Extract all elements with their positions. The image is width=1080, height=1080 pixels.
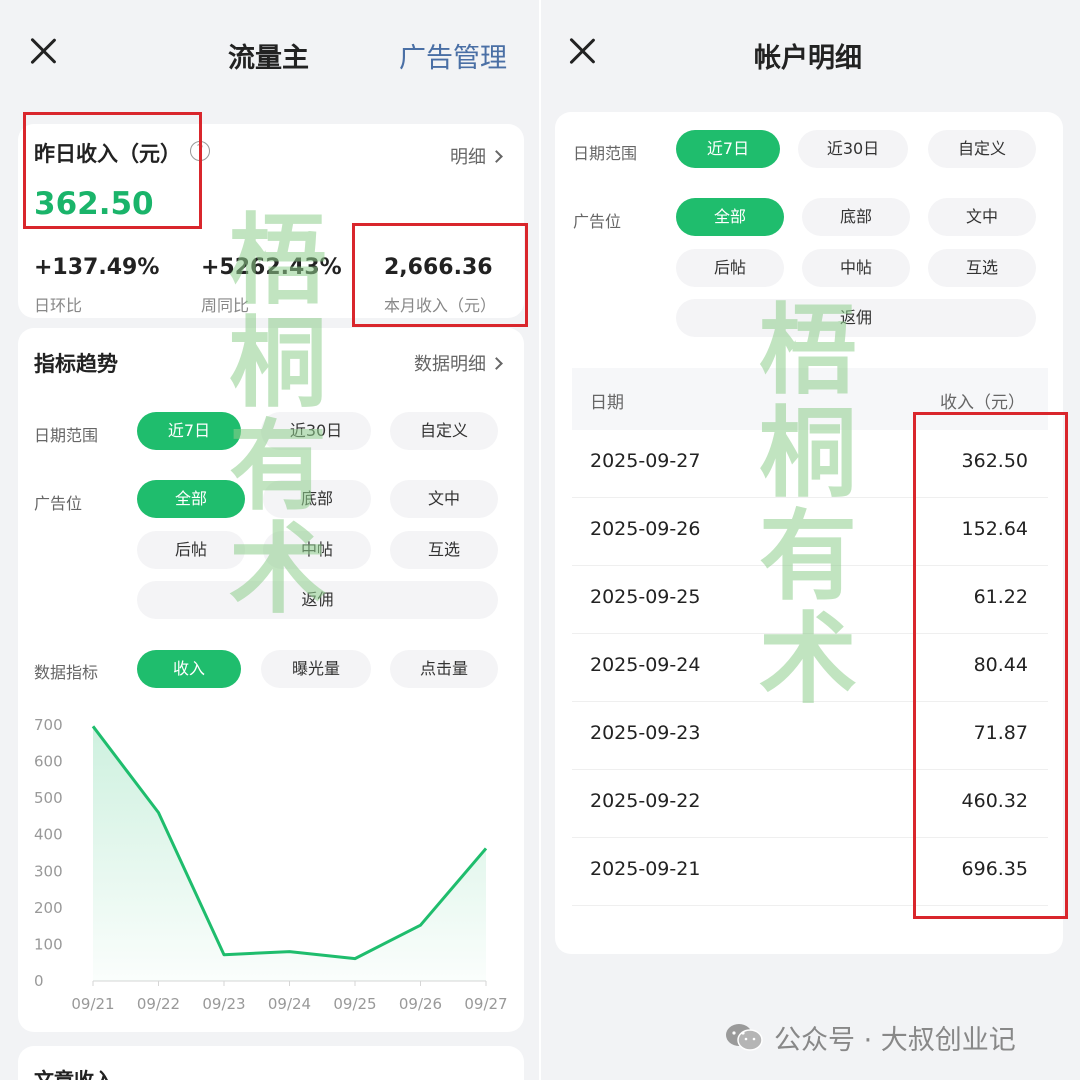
right-chip-slot-middle-post[interactable]: 中帖 <box>802 249 910 287</box>
chip-metric-clicks[interactable]: 点击量 <box>390 650 498 688</box>
y-tick-label: 600 <box>34 753 63 771</box>
chip-slot-in-article[interactable]: 文中 <box>390 480 498 518</box>
close-icon[interactable] <box>567 36 597 66</box>
x-tick-label: 09/25 <box>333 995 376 1013</box>
day-over-day-value: +137.49% <box>34 255 160 280</box>
right-chip-slot-bottom[interactable]: 底部 <box>802 198 910 236</box>
x-tick-label: 09/22 <box>137 995 180 1013</box>
account-detail-title: 帐户明细 <box>754 43 862 74</box>
chip-metric-income[interactable]: 收入 <box>137 650 241 688</box>
y-tick-label: 400 <box>34 826 63 844</box>
data-detail-label: 数据明细 <box>414 354 486 375</box>
row-income: 696.35 <box>961 858 1028 880</box>
table-row: 2025-09-23 71.87 <box>572 702 1048 770</box>
x-tick-label: 09/24 <box>268 995 311 1013</box>
row-income: 152.64 <box>961 518 1028 540</box>
row-date: 2025-09-22 <box>590 790 701 812</box>
column-header-income: 收入（元） <box>940 393 1025 413</box>
table-row: 2025-09-25 61.22 <box>572 566 1048 634</box>
row-income: 61.22 <box>973 586 1028 608</box>
metric-label: 数据指标 <box>34 663 99 682</box>
y-tick-label: 200 <box>34 899 63 917</box>
chip-slot-mutual[interactable]: 互选 <box>390 531 498 569</box>
table-row: 2025-09-21 696.35 <box>572 838 1048 906</box>
day-over-day-label: 日环比 <box>34 296 83 315</box>
row-income: 71.87 <box>973 722 1028 744</box>
right-chip-slot-after-post[interactable]: 后帖 <box>676 249 784 287</box>
data-detail-link[interactable]: 数据明细 <box>414 350 503 376</box>
right-ad-slot-label: 广告位 <box>573 212 622 231</box>
ad-management-link[interactable]: 广告管理 <box>399 36 507 75</box>
right-chip-slot-mutual[interactable]: 互选 <box>928 249 1036 287</box>
date-range-label: 日期范围 <box>34 426 99 445</box>
right-chip-slot-commission[interactable]: 返佣 <box>676 299 1036 337</box>
column-header-date: 日期 <box>590 393 624 413</box>
right-chip-slot-all[interactable]: 全部 <box>676 198 784 236</box>
row-income: 460.32 <box>961 790 1028 812</box>
row-income: 80.44 <box>973 654 1028 676</box>
traffic-owner-panel: 流量主 广告管理 昨日收入（元） ? 明细 362.50 +137.49% 日环… <box>0 0 539 1080</box>
right-chip-last-30-days[interactable]: 近30日 <box>798 130 908 168</box>
week-over-week-label: 周同比 <box>201 296 250 315</box>
series-area-fill <box>93 726 486 981</box>
yesterday-income-label: 昨日收入（元） <box>34 142 181 166</box>
income-trend-chart: 0 100 200 300 400 500 600 700 09/21 09/22 09/23 09/… <box>34 716 508 1013</box>
table-row: 2025-09-27 362.50 <box>572 430 1048 498</box>
page-title: 流量主 <box>228 43 309 74</box>
source-caption: 公众号 · 大叔创业记 <box>774 1025 1016 1056</box>
x-tick-label: 09/27 <box>464 995 507 1013</box>
chevron-right-icon <box>490 357 503 370</box>
ad-slot-label: 广告位 <box>34 494 83 513</box>
y-tick-label: 500 <box>34 789 63 807</box>
right-top-bar: 帐户明细 <box>541 0 1080 100</box>
table-row: 2025-09-22 460.32 <box>572 770 1048 838</box>
income-detail-link[interactable]: 明细 <box>450 143 503 169</box>
y-tick-label: 100 <box>34 935 63 953</box>
chip-slot-commission[interactable]: 返佣 <box>137 581 498 619</box>
y-tick-label: 300 <box>34 862 63 880</box>
y-tick-label: 700 <box>34 716 63 734</box>
month-income-label: 本月收入（元） <box>384 296 497 315</box>
chip-metric-impressions[interactable]: 曝光量 <box>261 650 371 688</box>
x-tick-label: 09/21 <box>71 995 114 1013</box>
table-row: 2025-09-26 152.64 <box>572 498 1048 566</box>
article-income-title: 文章收入 <box>34 1068 114 1080</box>
chip-custom-range[interactable]: 自定义 <box>390 412 498 450</box>
right-chip-slot-in-article[interactable]: 文中 <box>928 198 1036 236</box>
help-icon[interactable]: ? <box>190 141 210 161</box>
wechat-icon <box>726 1024 763 1051</box>
right-chip-custom-range[interactable]: 自定义 <box>928 130 1036 168</box>
table-row: 2025-09-24 80.44 <box>572 634 1048 702</box>
row-income: 362.50 <box>961 450 1028 472</box>
row-date: 2025-09-27 <box>590 450 701 472</box>
chip-slot-all[interactable]: 全部 <box>137 480 245 518</box>
row-date: 2025-09-23 <box>590 722 701 744</box>
chip-last-30-days[interactable]: 近30日 <box>261 412 371 450</box>
x-tick-label: 09/26 <box>399 995 442 1013</box>
chip-slot-bottom[interactable]: 底部 <box>263 480 371 518</box>
chevron-right-icon <box>490 150 503 163</box>
right-chip-last-7-days[interactable]: 近7日 <box>676 130 780 168</box>
row-date: 2025-09-21 <box>590 858 701 880</box>
chip-last-7-days[interactable]: 近7日 <box>137 412 241 450</box>
week-over-week-value: +5262.43% <box>201 255 342 280</box>
month-income-value: 2,666.36 <box>384 255 493 280</box>
row-date: 2025-09-25 <box>590 586 701 608</box>
row-date: 2025-09-26 <box>590 518 701 540</box>
right-date-range-label: 日期范围 <box>573 144 638 163</box>
close-icon[interactable] <box>28 36 58 66</box>
detail-link-label: 明细 <box>450 147 486 168</box>
x-tick-label: 09/23 <box>202 995 245 1013</box>
chip-slot-middle-post[interactable]: 中帖 <box>263 531 371 569</box>
row-date: 2025-09-24 <box>590 654 701 676</box>
y-tick-label: 0 <box>34 972 44 990</box>
yesterday-income-value: 362.50 <box>34 186 154 222</box>
left-top-bar: 流量主 广告管理 <box>0 0 539 100</box>
chip-slot-after-post[interactable]: 后帖 <box>137 531 245 569</box>
trend-title: 指标趋势 <box>34 352 118 376</box>
